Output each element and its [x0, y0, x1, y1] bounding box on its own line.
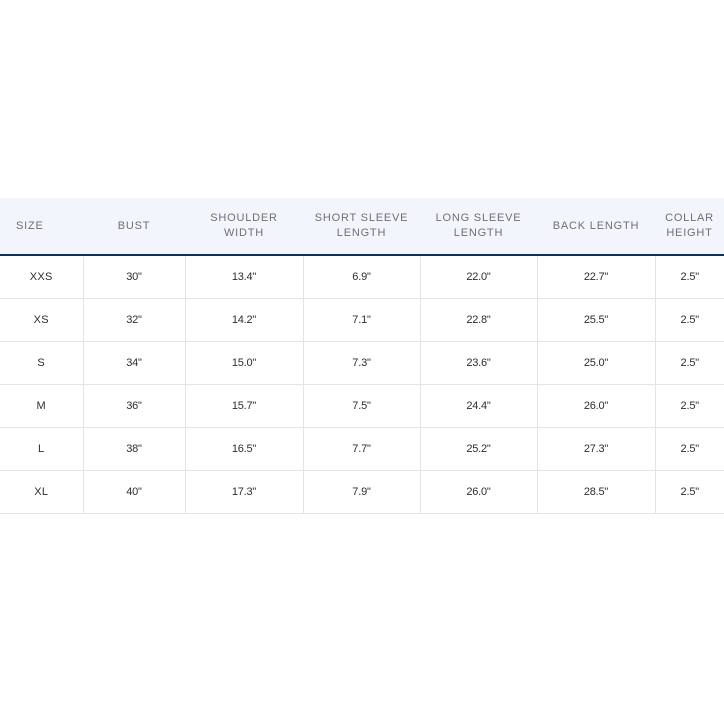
short-sleeve-length-cell: 7.5"	[303, 384, 421, 428]
table-row: M 36" 15.7" 7.5" 24.4" 26.0" 2.5"	[0, 384, 724, 428]
size-cell: M	[0, 384, 84, 428]
back-length-cell: 27.3"	[537, 427, 656, 471]
short-sleeve-length-cell: 7.3"	[303, 341, 421, 385]
table-body: XXS 30" 13.4" 6.9" 22.0" 22.7" 2.5" XS 3…	[0, 255, 724, 514]
shoulder-width-cell: 13.4"	[185, 255, 304, 299]
shoulder-width-cell: 15.7"	[185, 384, 304, 428]
header-collar-height: COLLAR HEIGHT	[655, 198, 724, 256]
back-length-cell: 26.0"	[537, 384, 656, 428]
table-row: XS 32" 14.2" 7.1" 22.8" 25.5" 2.5"	[0, 298, 724, 342]
shoulder-width-cell: 14.2"	[185, 298, 304, 342]
long-sleeve-length-cell: 25.2"	[420, 427, 538, 471]
collar-height-cell: 2.5"	[655, 384, 724, 428]
bust-cell: 40"	[83, 470, 186, 514]
bust-cell: 30"	[83, 255, 186, 299]
collar-height-cell: 2.5"	[655, 470, 724, 514]
bust-cell: 38"	[83, 427, 186, 471]
size-chart-table: SIZE BUST SHOULDER WIDTH SHORT SLEEVE LE…	[0, 198, 724, 514]
long-sleeve-length-cell: 23.6"	[420, 341, 538, 385]
shoulder-width-cell: 16.5"	[185, 427, 304, 471]
short-sleeve-length-cell: 6.9"	[303, 255, 421, 299]
size-cell: XXS	[0, 255, 84, 299]
back-length-cell: 22.7"	[537, 255, 656, 299]
header-size: SIZE	[0, 198, 83, 256]
size-cell: L	[0, 427, 84, 471]
size-cell: XS	[0, 298, 84, 342]
short-sleeve-length-cell: 7.7"	[303, 427, 421, 471]
collar-height-cell: 2.5"	[655, 255, 724, 299]
size-cell: S	[0, 341, 84, 385]
header-back-length: BACK LENGTH	[537, 198, 655, 256]
back-length-cell: 25.0"	[537, 341, 656, 385]
table-header: SIZE BUST SHOULDER WIDTH SHORT SLEEVE LE…	[0, 198, 724, 256]
table-row: S 34" 15.0" 7.3" 23.6" 25.0" 2.5"	[0, 341, 724, 385]
bust-cell: 36"	[83, 384, 186, 428]
long-sleeve-length-cell: 26.0"	[420, 470, 538, 514]
collar-height-cell: 2.5"	[655, 298, 724, 342]
table-row: XL 40" 17.3" 7.9" 26.0" 28.5" 2.5"	[0, 470, 724, 514]
long-sleeve-length-cell: 24.4"	[420, 384, 538, 428]
header-bust: BUST	[83, 198, 185, 256]
long-sleeve-length-cell: 22.8"	[420, 298, 538, 342]
header-short-sleeve-length: SHORT SLEEVE LENGTH	[303, 198, 420, 256]
bust-cell: 32"	[83, 298, 186, 342]
collar-height-cell: 2.5"	[655, 341, 724, 385]
shoulder-width-cell: 15.0"	[185, 341, 304, 385]
short-sleeve-length-cell: 7.1"	[303, 298, 421, 342]
table-row: XXS 30" 13.4" 6.9" 22.0" 22.7" 2.5"	[0, 255, 724, 299]
header-shoulder-width: SHOULDER WIDTH	[185, 198, 303, 256]
bust-cell: 34"	[83, 341, 186, 385]
header-long-sleeve-length: LONG SLEEVE LENGTH	[420, 198, 537, 256]
collar-height-cell: 2.5"	[655, 427, 724, 471]
size-cell: XL	[0, 470, 84, 514]
shoulder-width-cell: 17.3"	[185, 470, 304, 514]
back-length-cell: 25.5"	[537, 298, 656, 342]
long-sleeve-length-cell: 22.0"	[420, 255, 538, 299]
table-row: L 38" 16.5" 7.7" 25.2" 27.3" 2.5"	[0, 427, 724, 471]
header-row: SIZE BUST SHOULDER WIDTH SHORT SLEEVE LE…	[0, 198, 724, 256]
back-length-cell: 28.5"	[537, 470, 656, 514]
short-sleeve-length-cell: 7.9"	[303, 470, 421, 514]
